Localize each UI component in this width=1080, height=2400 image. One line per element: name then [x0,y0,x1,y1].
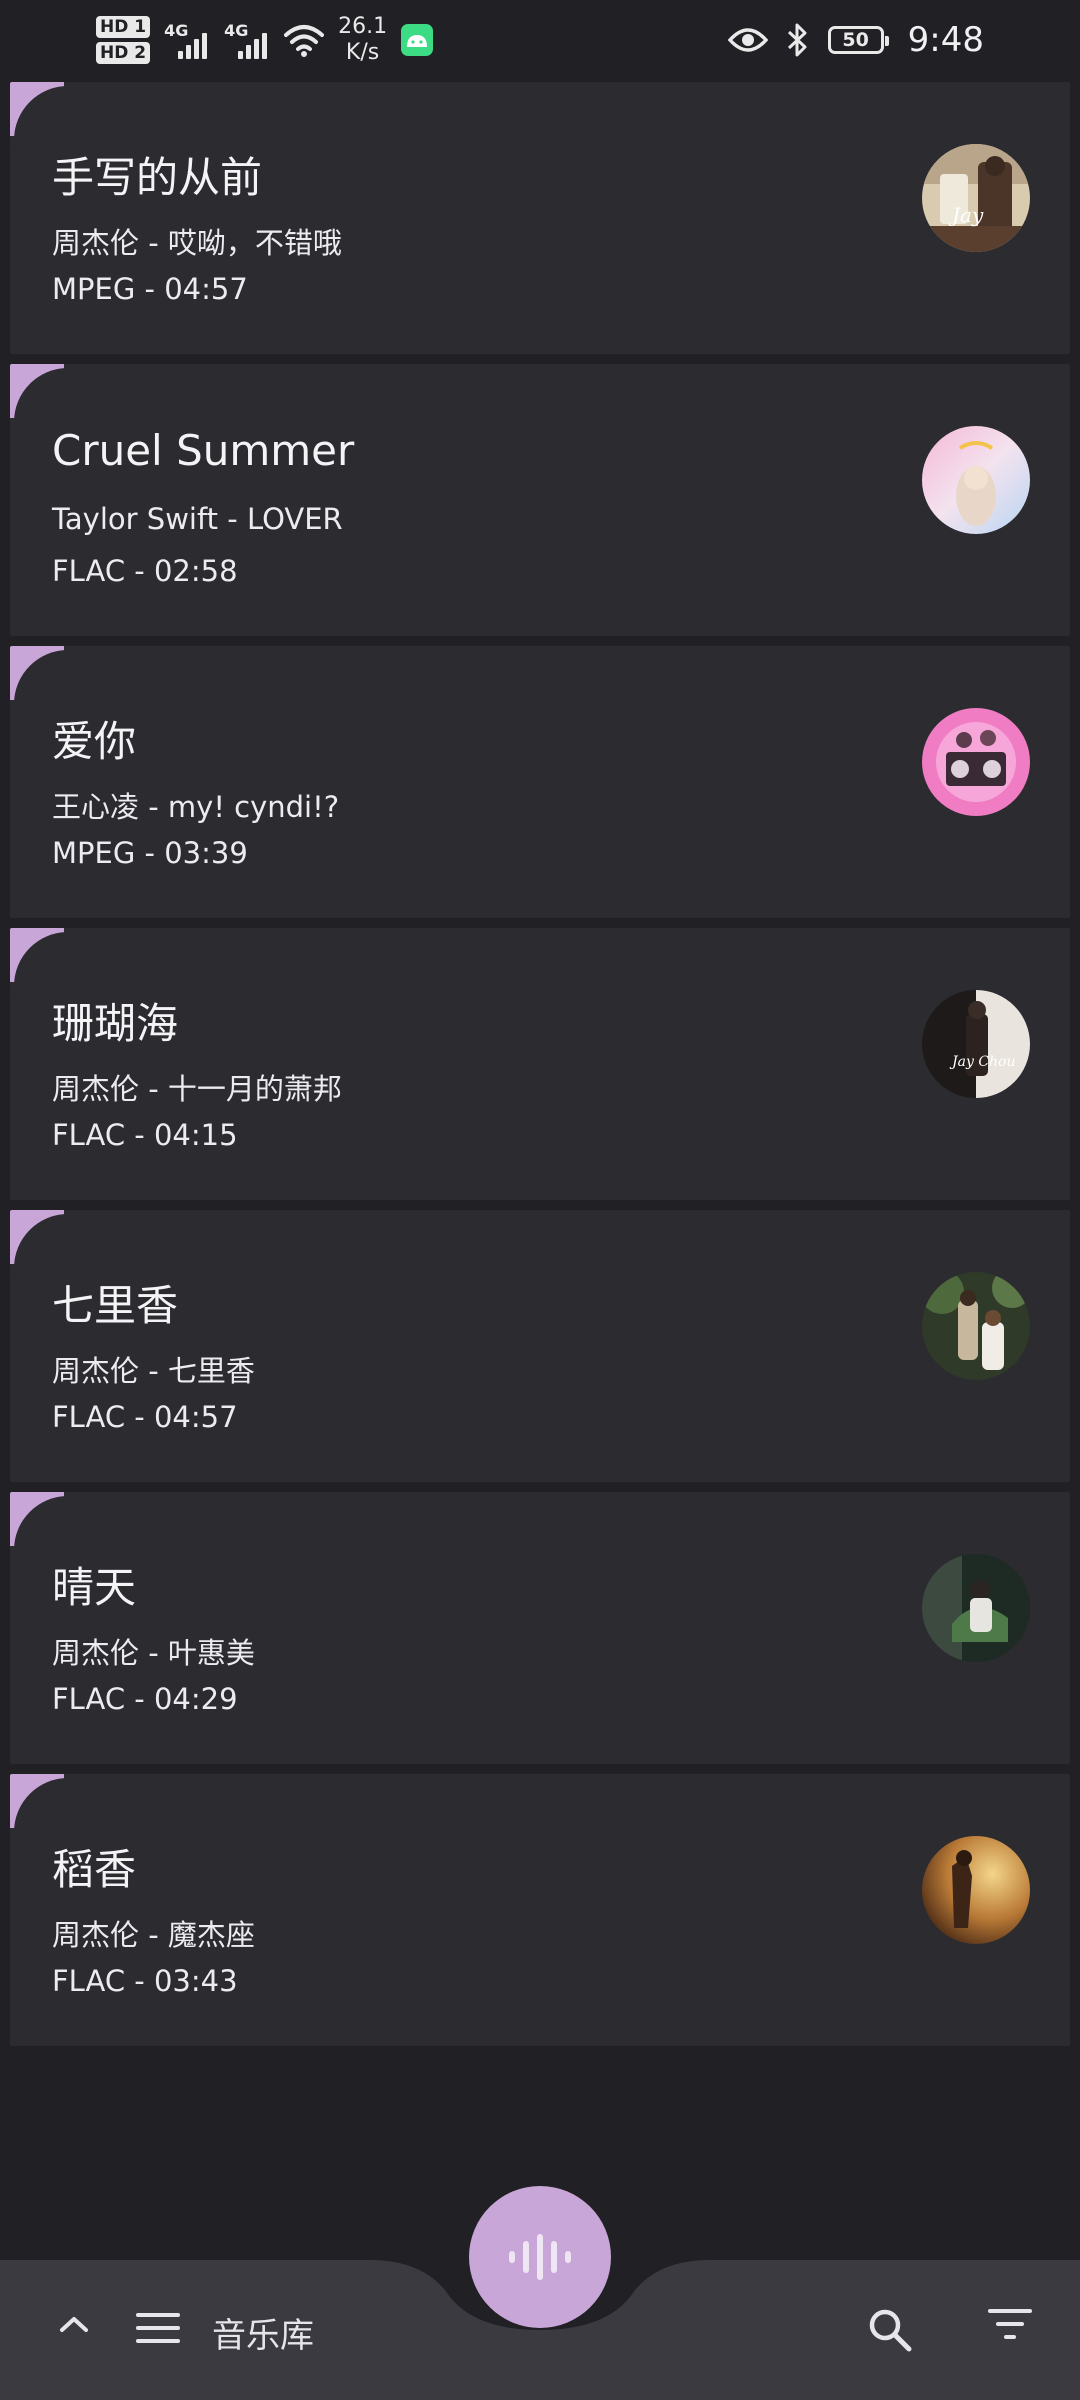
track-artist-album: 周杰伦 - 叶惠美 [52,1636,255,1670]
corner-accent [10,82,122,194]
expand-less-icon [60,2317,88,2332]
track-card[interactable]: 爱你 王心凌 - my! cyndi!? MPEG - 03:39 [10,646,1070,918]
corner-accent [10,928,122,1040]
signal-icon: 4G [224,19,270,61]
sim1-badge: HD 1 [96,16,151,38]
eye-icon [727,28,768,52]
track-format-duration: FLAC - 04:29 [52,1682,238,1716]
svg-text:Jay: Jay [948,203,984,227]
album-cover [922,426,1030,534]
album-cover [922,708,1030,816]
track-card[interactable]: 珊瑚海 周杰伦 - 十一月的萧邦 FLAC - 04:15 Jay Chou [10,928,1070,1200]
corner-accent [10,1492,122,1604]
track-artist-album: 周杰伦 - 十一月的萧邦 [52,1072,342,1106]
track-format-duration: FLAC - 04:57 [52,1400,238,1434]
network-speed: 26.1 K/s [338,14,387,66]
track-title: 爱你 [52,717,137,766]
status-right: 50 9:48 [727,8,984,72]
track-format-duration: MPEG - 04:57 [52,272,248,306]
menu-button[interactable] [134,2310,190,2362]
corner-accent [10,364,122,476]
speed-value: 26.1 [338,14,388,39]
track-artist-album: 周杰伦 - 七里香 [52,1354,255,1388]
search-button[interactable] [866,2306,926,2366]
now-playing-fab[interactable] [469,2186,611,2328]
track-artist-album: 周杰伦 - 魔杰座 [52,1918,255,1952]
bottom-app-area: 音乐库 [0,2180,1080,2400]
waveform-icon [509,2234,571,2280]
track-format-duration: FLAC - 02:58 [52,554,238,588]
wifi-icon [284,25,325,57]
filter-button[interactable] [986,2306,1046,2366]
signal-icon: 4G [164,19,210,61]
status-bar: HD 1 HD 2 4G 4G 26.1 K/s 50 9:48 [0,0,1080,80]
battery-level: 50 [842,29,869,51]
corner-accent [10,1210,122,1322]
battery-icon: 50 [827,26,889,54]
album-cover [922,1836,1030,1944]
bluetooth-icon [787,23,807,57]
track-title: 稻香 [52,1845,137,1894]
track-card[interactable]: 手写的从前 周杰伦 - 哎呦，不错哦 MPEG - 04:57 Jay [10,82,1070,354]
track-artist-album: 周杰伦 - 哎呦，不错哦 [52,226,342,260]
track-artist-album: 王心凌 - my! cyndi!? [52,790,340,824]
track-format-duration: MPEG - 03:39 [52,836,248,870]
track-format-duration: FLAC - 04:15 [52,1118,238,1152]
track-card[interactable]: 稻香 周杰伦 - 魔杰座 FLAC - 03:43 [10,1774,1070,2046]
svg-text:Jay Chou: Jay Chou [949,1054,1016,1070]
track-artist-album: Taylor Swift - LOVER [52,502,343,536]
speed-unit: K/s [345,40,380,65]
track-title: 晴天 [52,1563,137,1612]
corner-accent [10,1774,122,1886]
track-title: Cruel Summer [52,426,355,475]
album-cover: Jay [922,144,1030,252]
album-cover [922,1554,1030,1662]
expand-button[interactable] [56,2312,104,2360]
track-card[interactable]: Cruel Summer Taylor Swift - LOVER FLAC -… [10,364,1070,636]
sim-indicators: HD 1 HD 2 [96,16,151,64]
status-left: HD 1 HD 2 4G 4G 26.1 K/s [96,8,434,72]
track-title: 手写的从前 [52,153,263,202]
filter-icon [988,2309,1032,2339]
track-title: 珊瑚海 [52,999,179,1048]
album-cover: Jay Chou [922,990,1030,1098]
android-icon [401,24,434,56]
track-list: 手写的从前 周杰伦 - 哎呦，不错哦 MPEG - 04:57 Jay Crue… [10,82,1070,2056]
search-icon [869,2309,912,2352]
track-format-duration: FLAC - 03:43 [52,1964,238,1998]
track-card[interactable]: 晴天 周杰伦 - 叶惠美 FLAC - 04:29 [10,1492,1070,1764]
sim2-badge: HD 2 [96,42,151,64]
album-cover [922,1272,1030,1380]
corner-accent [10,646,122,758]
track-card[interactable]: 七里香 周杰伦 - 七里香 FLAC - 04:57 [10,1210,1070,1482]
clock: 9:48 [907,20,984,60]
menu-icon [136,2313,180,2343]
library-title: 音乐库 [212,2316,314,2356]
track-title: 七里香 [52,1281,179,1330]
